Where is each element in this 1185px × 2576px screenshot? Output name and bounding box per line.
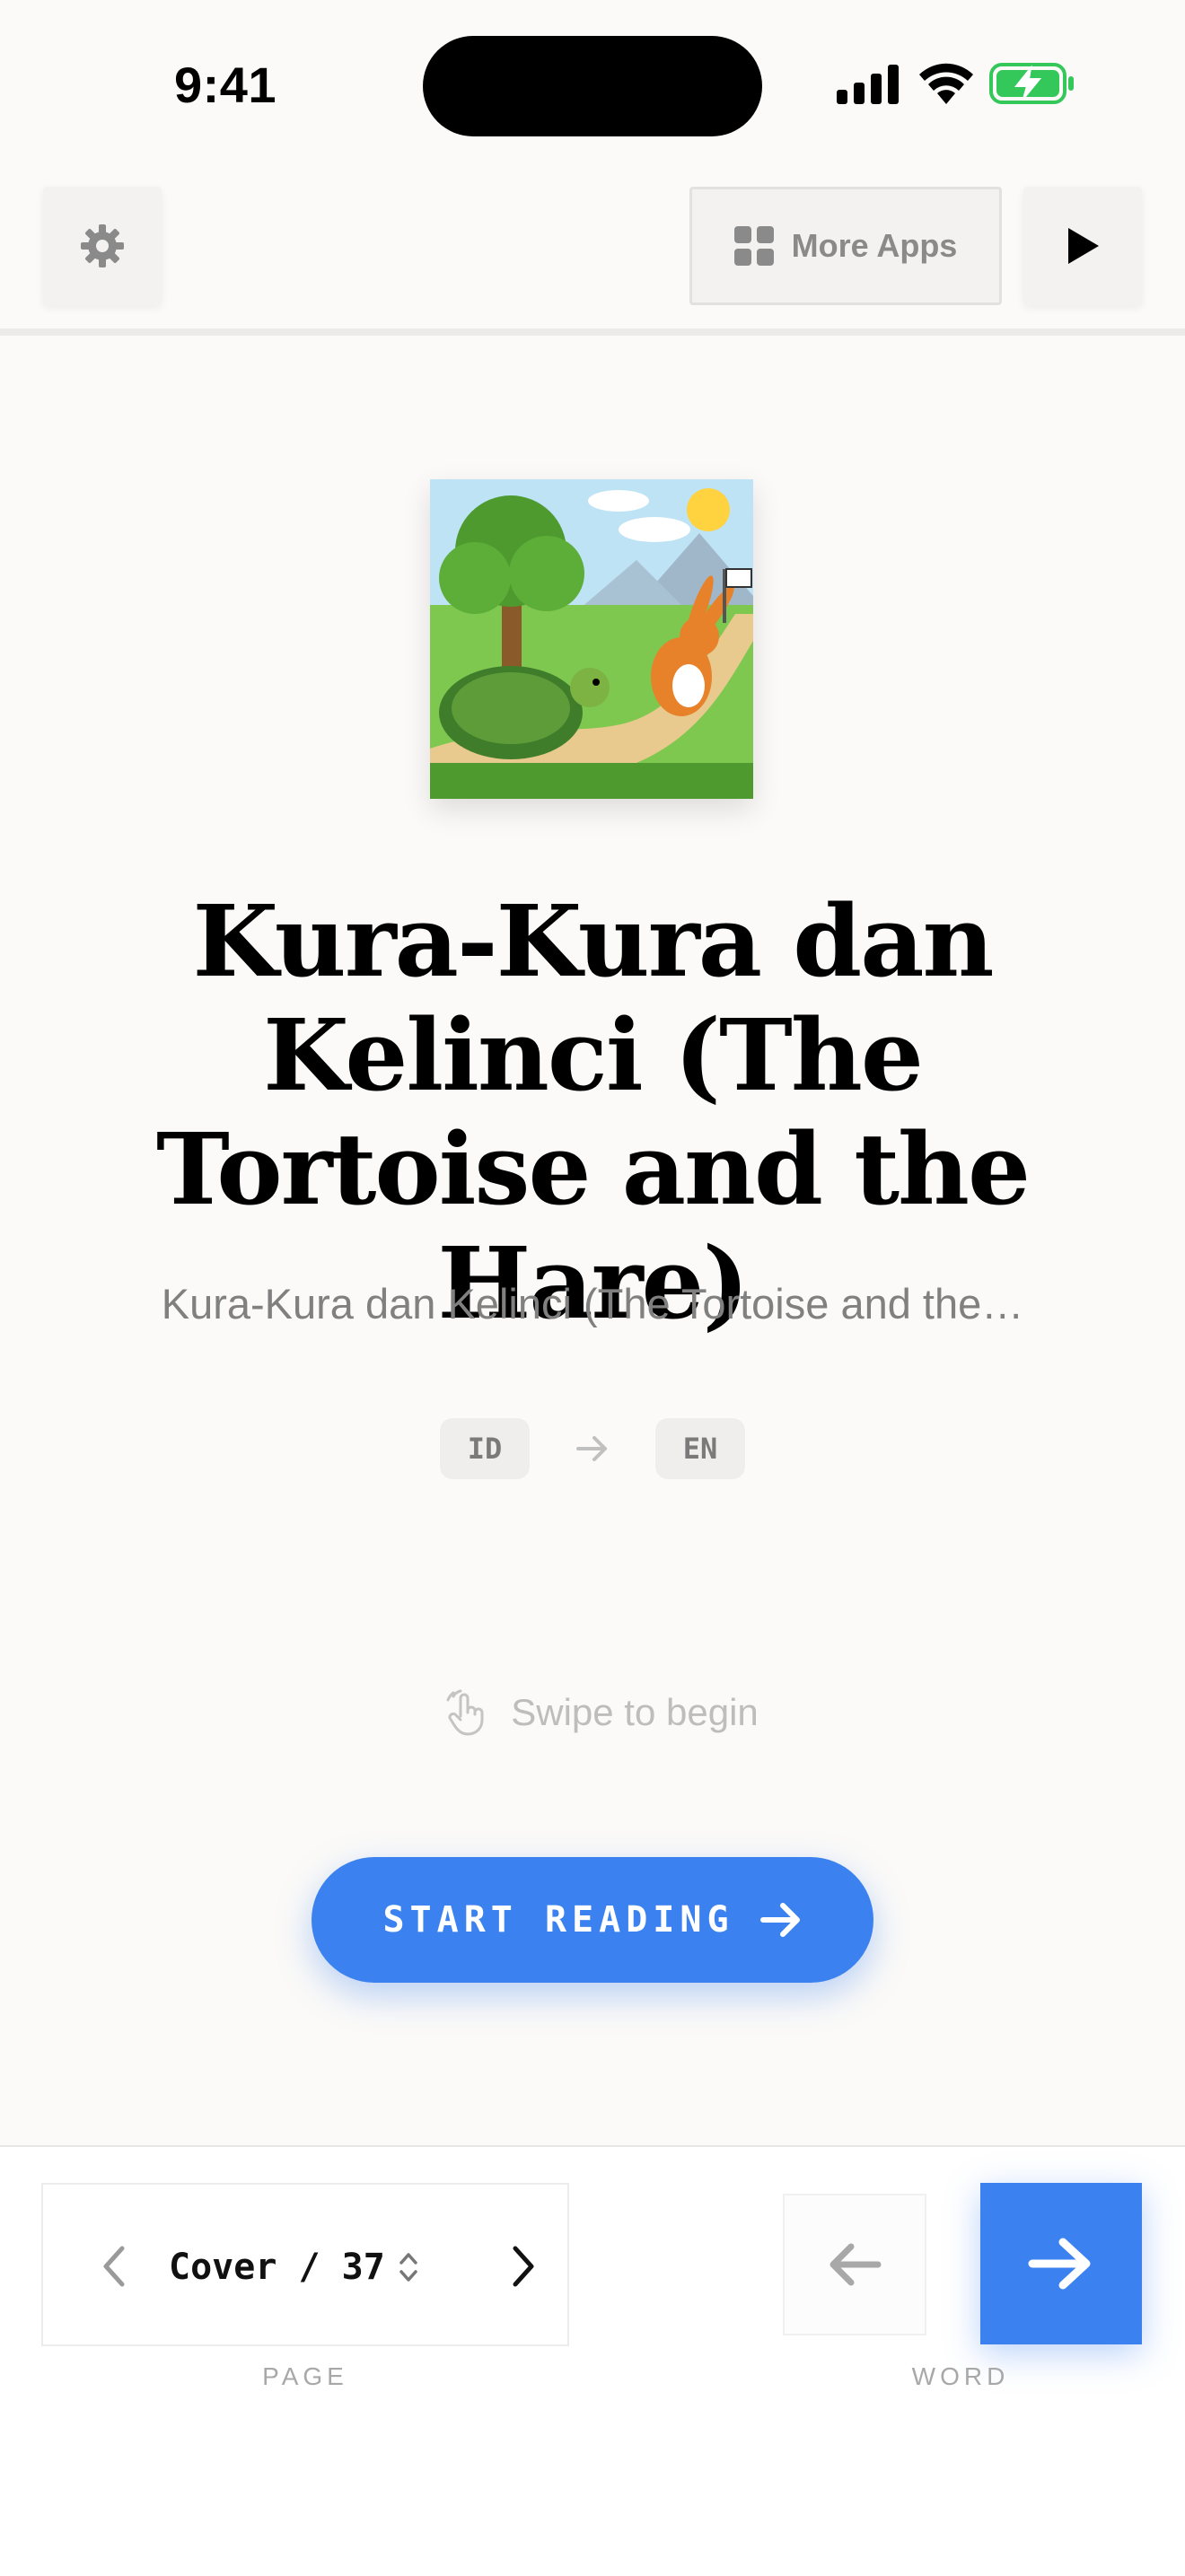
battery-charging-icon (989, 63, 1074, 104)
language-pair: ID EN (440, 1418, 745, 1481)
play-button[interactable] (1023, 187, 1142, 305)
previous-page-button[interactable] (83, 2235, 145, 2298)
wifi-icon (919, 63, 973, 104)
play-icon (1068, 228, 1099, 264)
next-page-button[interactable] (492, 2235, 555, 2298)
target-language-badge: EN (655, 1418, 745, 1479)
bottom-navigation-bar: Cover / 37 PAGE WORD (0, 2145, 1185, 2576)
status-bar: 9:41 (0, 0, 1185, 171)
more-apps-label: More Apps (791, 227, 958, 264)
more-apps-button[interactable]: More Apps (689, 187, 1002, 305)
word-caption: WORD (911, 2362, 1010, 2390)
hand-pointer-icon (446, 1689, 484, 1736)
page-navigator: Cover / 37 (41, 2183, 569, 2346)
toolbar-divider (0, 329, 1185, 336)
chevron-left-icon (103, 2246, 125, 2287)
tortoise-and-hare-illustration (430, 479, 753, 799)
cellular-signal-icon (837, 65, 899, 104)
book-subtitle: Kura-Kura dan Kelinci (The Tortoise and … (161, 1280, 1024, 1327)
dynamic-island (423, 36, 762, 136)
book-title: Kura-Kura dan Kelinci (The Tortoise and … (156, 883, 1031, 1341)
arrow-right-icon (759, 1903, 800, 1937)
swipe-hint-label: Swipe to begin (511, 1691, 759, 1733)
book-cover-image (430, 479, 753, 799)
arrow-right-icon (1028, 2238, 1091, 2290)
page-selector[interactable]: Cover / 37 (169, 2239, 474, 2296)
arrow-right-icon (576, 1436, 607, 1461)
grid-icon (733, 226, 774, 266)
status-time: 9:41 (173, 57, 277, 113)
start-reading-button[interactable]: START READING (312, 1857, 873, 1983)
previous-word-button[interactable] (783, 2194, 926, 2335)
top-toolbar: More Apps (0, 171, 1185, 336)
chevron-up-down-icon (399, 2253, 417, 2282)
next-word-button[interactable] (980, 2183, 1142, 2344)
gear-icon (81, 224, 124, 267)
page-caption: PAGE (262, 2362, 348, 2390)
page-indicator-text: Cover / 37 (169, 2247, 385, 2288)
swipe-hint: Swipe to begin (422, 1684, 781, 1741)
arrow-left-icon (830, 2243, 882, 2286)
settings-button[interactable] (43, 187, 162, 305)
chevron-right-icon (513, 2246, 534, 2287)
source-language-badge: ID (440, 1418, 530, 1479)
start-reading-label: START READING (382, 1899, 734, 1941)
